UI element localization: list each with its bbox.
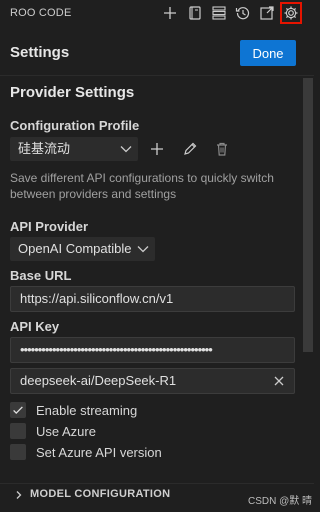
history-icon[interactable] [233,3,253,23]
base-url-value: https://api.siliconflow.cn/v1 [20,291,174,306]
roo-code-panel: ROO CODE Settings Done Provider Settings… [0,0,314,512]
chevron-down-icon [120,146,132,153]
stack-icon[interactable] [209,3,229,23]
api-provider-dropdown[interactable]: OpenAI Compatible [10,237,155,261]
add-profile-icon[interactable] [148,140,166,158]
plus-icon[interactable] [160,3,180,23]
checkbox-label: Set Azure API version [36,444,162,460]
api-provider-label: API Provider [10,219,89,234]
api-key-label: API Key [10,319,60,334]
checkbox-label: Enable streaming [36,402,138,418]
watermark: CSDN @默 晴 [248,496,313,507]
done-button[interactable]: Done [240,40,296,66]
pencil-icon[interactable] [181,140,199,158]
gear-icon[interactable] [280,2,302,24]
header-divider [0,75,314,76]
model-value: deepseek-ai/DeepSeek-R1 [20,373,177,388]
chevron-right-icon [16,491,22,499]
config-help-text: Save different API configurations to qui… [10,171,274,201]
app-title: ROO CODE [10,7,72,19]
checkbox-label: Use Azure [36,423,96,439]
config-profile-value: 硅基流动 [18,141,71,156]
notebook-icon[interactable] [185,3,205,23]
base-url-label: Base URL [10,268,72,283]
scrollbar[interactable] [303,78,313,352]
model-configuration-label: MODEL CONFIGURATION [30,488,171,500]
config-profile-label: Configuration Profile [10,118,140,133]
checkbox-box[interactable] [10,444,26,460]
api-key-input[interactable]: ••••••••••••••••••••••••••••••••••••••••… [10,337,295,363]
check-icon [13,406,23,414]
title-bar: ROO CODE [0,0,314,27]
base-url-input[interactable]: https://api.siliconflow.cn/v1 [10,286,295,312]
use-azure-checkbox[interactable]: Use Azure [10,422,96,440]
model-input[interactable]: deepseek-ai/DeepSeek-R1 [10,368,295,394]
section-title: Provider Settings [10,84,135,101]
popout-icon[interactable] [257,3,277,23]
close-icon[interactable] [273,375,285,387]
azure-api-version-checkbox[interactable]: Set Azure API version [10,443,162,461]
enable-streaming-checkbox[interactable]: Enable streaming [10,401,137,419]
config-profile-dropdown[interactable]: 硅基流动 [10,137,138,161]
checkbox-box[interactable] [10,423,26,439]
trash-icon[interactable] [213,140,231,158]
settings-header: Settings Done [0,37,314,69]
chevron-down-icon [137,246,149,253]
api-provider-value: OpenAI Compatible [18,241,132,256]
checkbox-box[interactable] [10,402,26,418]
api-key-value: ••••••••••••••••••••••••••••••••••••••••… [20,342,213,357]
settings-title: Settings [10,44,70,61]
